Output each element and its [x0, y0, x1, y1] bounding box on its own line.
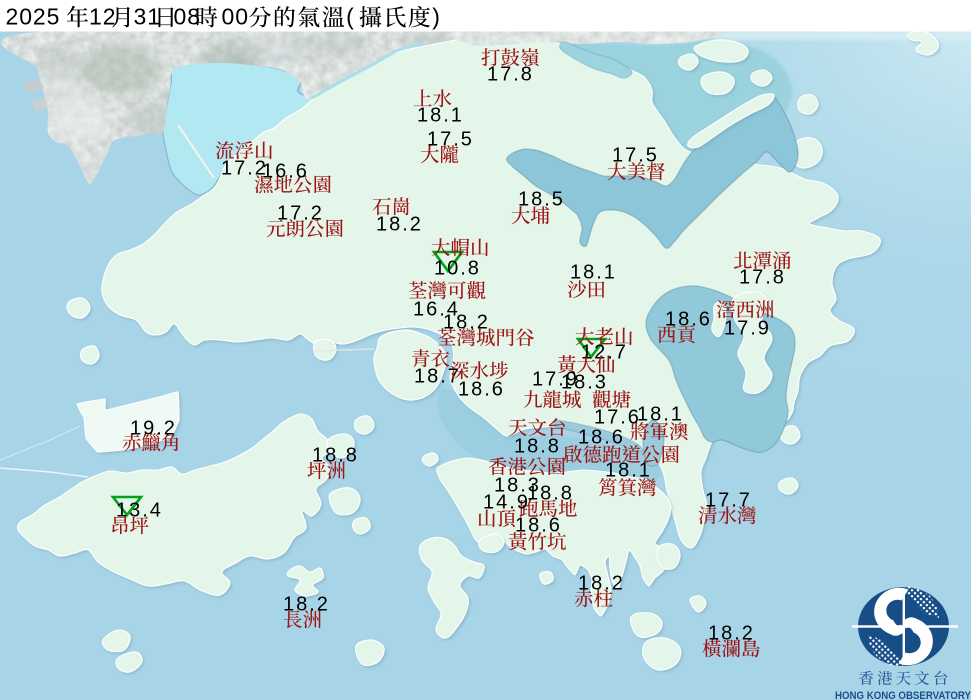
svg-text:18.2: 18.2 [708, 623, 755, 645]
svg-text:18.8: 18.8 [527, 483, 574, 505]
svg-text:17.5: 17.5 [427, 129, 474, 151]
svg-text:17.8: 17.8 [739, 267, 786, 289]
svg-text:18.2: 18.2 [578, 573, 625, 595]
svg-text:18.1: 18.1 [417, 105, 464, 127]
svg-text:17.2: 17.2 [221, 158, 268, 180]
svg-text:18.6: 18.6 [578, 427, 625, 449]
svg-text:31: 31 [134, 4, 161, 30]
svg-text:19.2: 19.2 [130, 418, 177, 440]
svg-text:18.6: 18.6 [458, 379, 505, 401]
svg-text:HONG KONG OBSERVATORY: HONG KONG OBSERVATORY [835, 690, 971, 700]
svg-text:17.2: 17.2 [277, 203, 324, 225]
svg-text:(: ( [346, 4, 355, 30]
svg-text:17.9: 17.9 [532, 369, 579, 391]
svg-text:17.7: 17.7 [705, 490, 752, 512]
svg-text:17.9: 17.9 [724, 318, 771, 340]
svg-text:17.6: 17.6 [594, 407, 641, 429]
svg-text:18.1: 18.1 [570, 262, 617, 284]
svg-text:18.6: 18.6 [515, 515, 562, 537]
svg-text:18.2: 18.2 [376, 214, 423, 236]
svg-text:18.8: 18.8 [312, 445, 359, 467]
svg-text:00: 00 [222, 4, 249, 30]
svg-text:12: 12 [89, 4, 116, 30]
svg-text:2025: 2025 [6, 4, 61, 30]
svg-text:10.8: 10.8 [434, 258, 481, 280]
svg-text:18.2: 18.2 [443, 312, 490, 334]
svg-text:18.8: 18.8 [514, 436, 561, 458]
svg-text:17.5: 17.5 [612, 145, 659, 167]
svg-text:18.2: 18.2 [283, 594, 330, 616]
svg-text:18.5: 18.5 [518, 189, 565, 211]
svg-text:18.6: 18.6 [665, 309, 712, 331]
svg-text:16.6: 16.6 [262, 161, 309, 183]
svg-text:17.8: 17.8 [487, 64, 534, 86]
svg-text:): ) [432, 4, 441, 30]
svg-text:18.1: 18.1 [637, 404, 684, 426]
svg-text:14.9: 14.9 [483, 492, 530, 514]
svg-text:18.1: 18.1 [605, 460, 652, 482]
svg-text:13.4: 13.4 [116, 500, 163, 522]
